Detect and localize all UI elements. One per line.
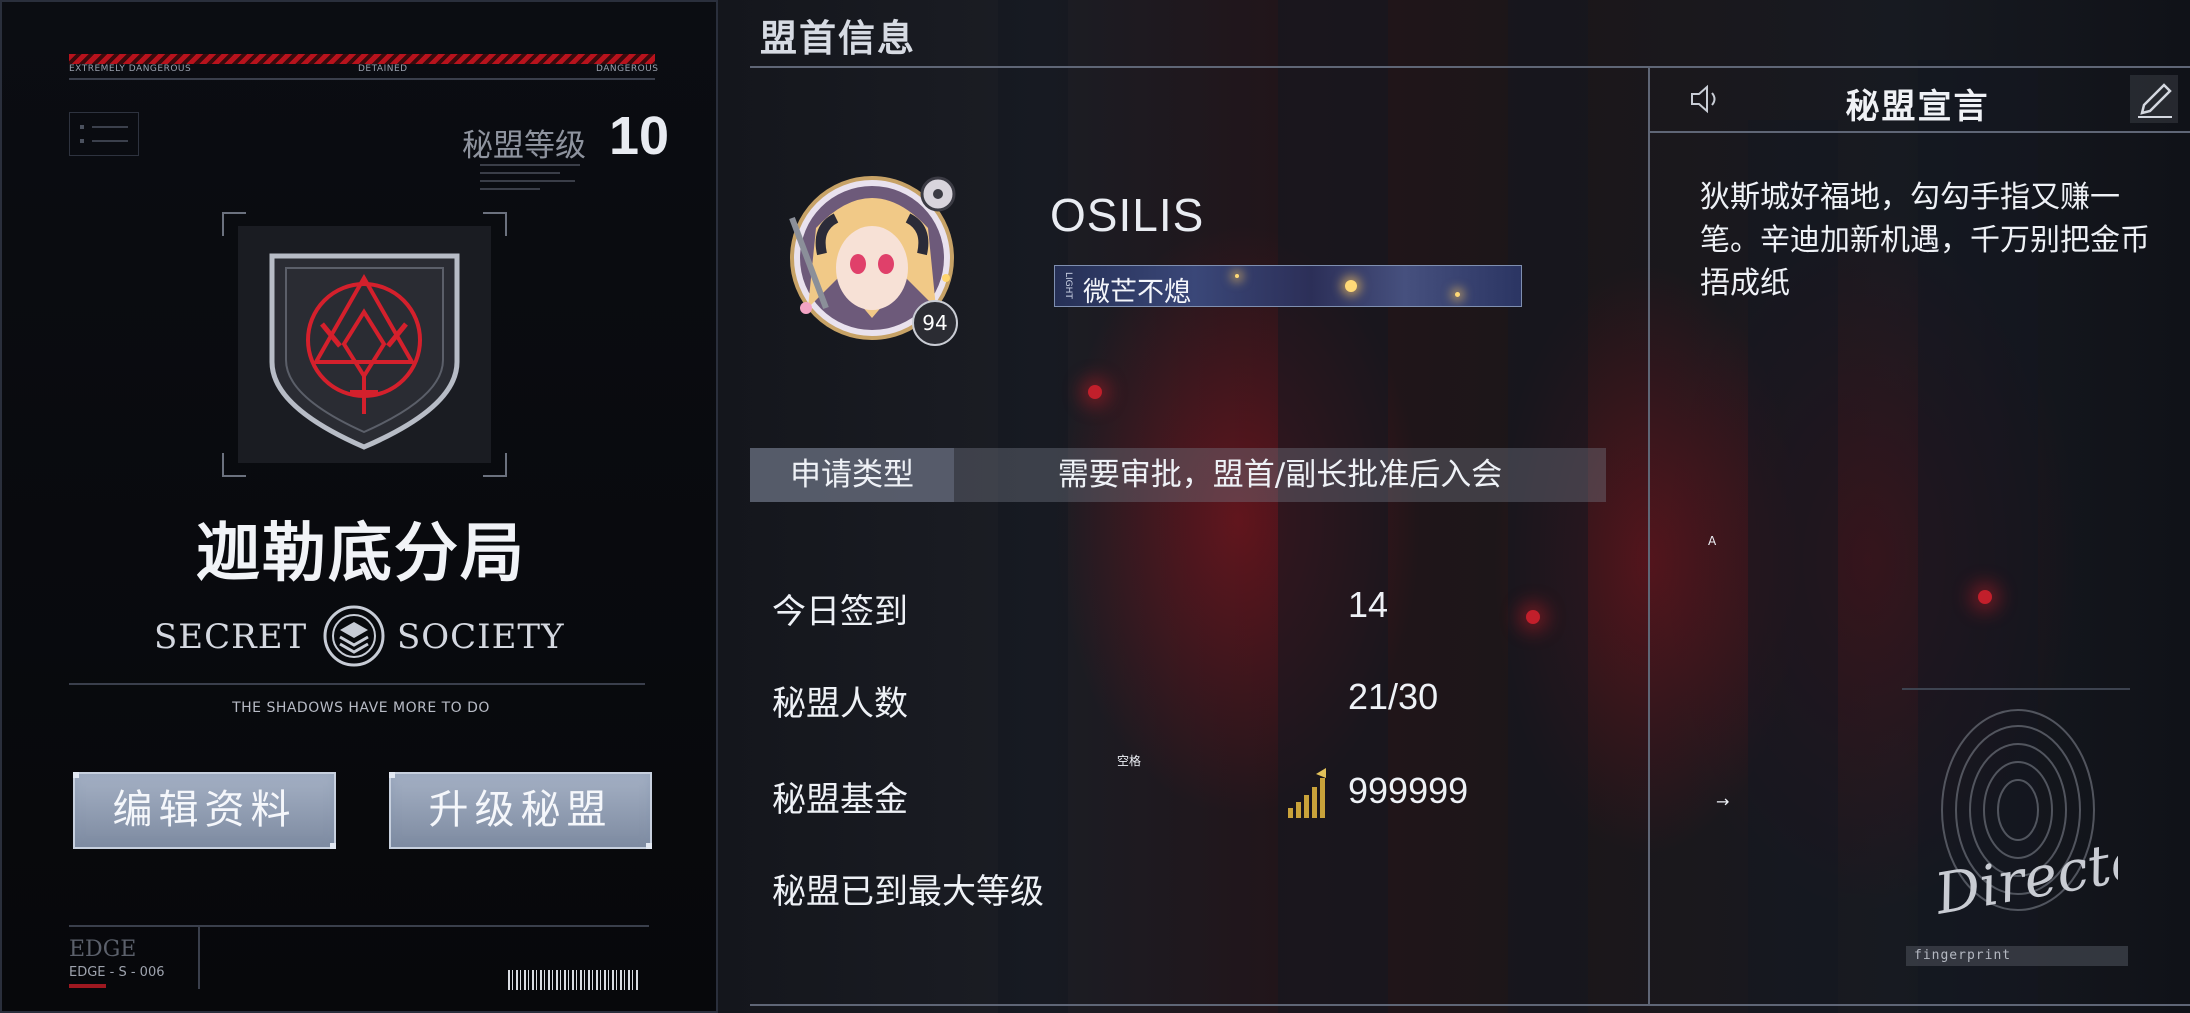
fingerprint-label: fingerprint: [1906, 946, 2128, 966]
panel-title: 盟首信息: [760, 17, 916, 60]
application-type-row: 申请类型 需要审批，盟首/副长批准后入会: [750, 448, 1606, 502]
guild-fund-value: 999999: [1348, 770, 1469, 811]
player-title-plate[interactable]: LIGHT 微芒不熄: [1054, 265, 1522, 307]
edge-code: EDGE - S - 006: [69, 965, 165, 980]
player-name: OSILIS: [1050, 189, 1205, 241]
guild-fund-label: 秘盟基金: [772, 780, 908, 820]
guild-emblem[interactable]: [222, 212, 507, 477]
guild-emblem-icon: [269, 253, 460, 450]
divider: [198, 927, 200, 989]
edit-profile-label: 编辑资料: [112, 787, 297, 833]
key-hint-a: A: [1708, 534, 1717, 548]
guild-level-label: 秘盟等级: [462, 128, 586, 164]
tagline: THE SHADOWS HAVE MORE TO DO: [232, 700, 490, 716]
member-count-label: 秘盟人数: [772, 684, 908, 724]
edit-profile-button[interactable]: 编辑资料: [73, 772, 336, 849]
warning-strip: [69, 54, 655, 64]
barcode: [508, 970, 640, 990]
key-hint-arrow: →: [1716, 792, 1730, 811]
divider: [750, 1004, 2190, 1006]
signature-line: [1902, 688, 2130, 690]
declaration-header: 秘盟宣言: [1650, 67, 2185, 131]
warning-label-left: EXTREMELY DANGEROUS: [69, 64, 192, 74]
guild-name: 迦勒底分局: [196, 517, 526, 591]
application-type-value: 需要审批，盟首/副长批准后入会: [1057, 457, 1503, 493]
application-type-label: 申请类型: [750, 448, 954, 502]
player-level-badge: 94: [912, 300, 958, 346]
edit-pen-icon[interactable]: [2130, 75, 2178, 123]
fine-print-lines: [480, 164, 590, 196]
upgrade-guild-label: 升级秘盟: [428, 787, 613, 833]
player-title: 微芒不熄: [1083, 277, 1191, 307]
member-count-value: 21/30: [1348, 676, 1439, 717]
space-key-hint: 空格: [1117, 754, 1142, 768]
divider: [1648, 131, 2190, 133]
warning-label-center: DETAINED: [358, 64, 408, 74]
guild-level-value: 10: [609, 106, 670, 166]
divider: [69, 683, 645, 685]
secret-society-mark: SECRET SOCIETY: [154, 602, 574, 668]
checkin-value: 14: [1348, 584, 1389, 625]
declaration-text[interactable]: 狄斯城好福地，勾勾手指又赚一笔。辛迪加新机遇，千万别把金币捂成纸: [1700, 176, 2170, 305]
divider: [69, 78, 655, 80]
background-red-light: [1978, 590, 1992, 604]
secret-society-emblem-icon: [323, 605, 385, 667]
background-red-light: [1088, 385, 1102, 399]
warning-label-right: DANGEROUS: [596, 64, 659, 74]
fund-bars-icon: [1288, 768, 1326, 818]
edge-logo: EDGE: [69, 937, 137, 962]
guild-card: EXTREMELY DANGEROUS DETAINED DANGEROUS 秘…: [0, 0, 718, 1013]
divider: [1648, 66, 1650, 1004]
fingerprint-icon: Director: [1929, 709, 2118, 928]
checkin-label: 今日签到: [772, 592, 908, 632]
menu-icon[interactable]: [69, 112, 139, 156]
edge-accent-bar: [69, 984, 106, 988]
declaration-title: 秘盟宣言: [1845, 87, 1990, 127]
leader-info-panel: 盟首信息 94 OSILIS LIGHT 微芒不熄 申请类型 需要审批，盟首/副…: [718, 0, 2190, 1013]
upgrade-guild-button[interactable]: 升级秘盟: [389, 772, 652, 849]
max-level-note: 秘盟已到最大等级: [772, 872, 1044, 912]
background-red-light: [1526, 610, 1540, 624]
divider: [69, 925, 649, 927]
leader-avatar[interactable]: 94: [766, 158, 976, 358]
society-word: SOCIETY: [397, 617, 565, 657]
secret-word: SECRET: [154, 617, 308, 657]
